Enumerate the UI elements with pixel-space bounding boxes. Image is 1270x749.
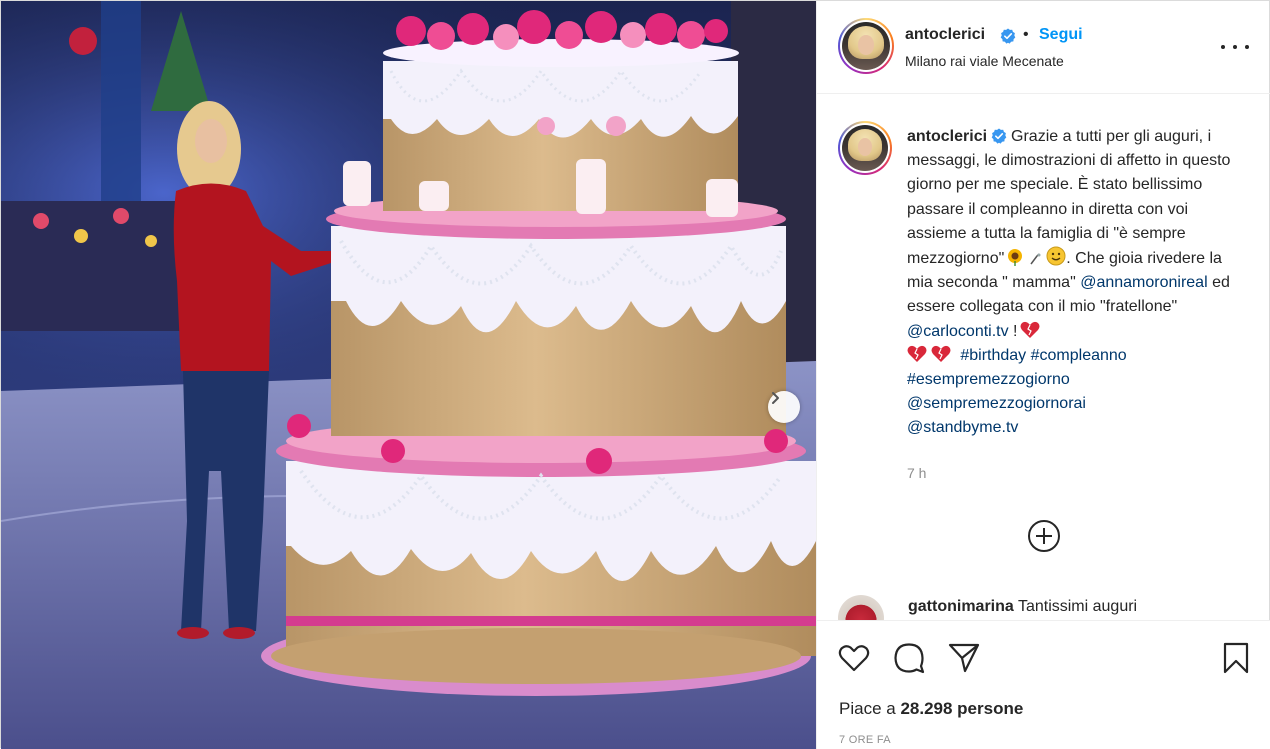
- post-header: antoclerici • Segui Milano rai viale Mec…: [817, 1, 1270, 94]
- hashtag-birthday[interactable]: #birthday: [960, 347, 1026, 364]
- mention-sempremezzogiornorai[interactable]: @sempremezzogiornorai: [907, 395, 1086, 412]
- verified-badge-icon: [1000, 28, 1016, 44]
- next-image-button[interactable]: [768, 391, 800, 423]
- post-actions: Piace a 28.298 persone 7 ORE FA: [817, 620, 1270, 749]
- paper-plane-icon[interactable]: [947, 641, 981, 675]
- bookmark-icon[interactable]: [1219, 641, 1253, 675]
- heart-icon[interactable]: [837, 641, 871, 675]
- follow-button[interactable]: Segui: [1039, 26, 1083, 44]
- caption-time[interactable]: 7 h: [907, 465, 926, 481]
- commenter-username[interactable]: gattonimarina: [908, 598, 1014, 615]
- sparkle-emoji-icon: [1030, 253, 1041, 265]
- caption-text-4: !: [1008, 322, 1018, 340]
- posted-time[interactable]: 7 ORE FA: [839, 734, 891, 746]
- caption-text: Grazie a tutti per gli auguri, i messagg…: [907, 128, 1231, 268]
- broken-heart-emoji-icon: [931, 345, 951, 362]
- post-location[interactable]: Milano rai viale Mecenate: [905, 53, 1064, 69]
- more-options-button[interactable]: [1221, 37, 1249, 57]
- verified-badge-icon: [991, 128, 1007, 144]
- comment-bubble-icon[interactable]: [892, 641, 926, 675]
- broken-heart-emoji-icon: [907, 345, 927, 362]
- hashtag-esempremezzogiorno[interactable]: #esempremezzogiorno: [907, 371, 1070, 388]
- author-username[interactable]: antoclerici: [905, 26, 985, 44]
- likes-count[interactable]: Piace a 28.298 persone: [839, 699, 1023, 719]
- commenter-avatar[interactable]: [838, 595, 884, 620]
- post-caption: antoclerici Grazie a tutti per gli augur…: [907, 125, 1242, 441]
- more-options-icon: [1221, 45, 1225, 49]
- likes-prefix: Piace a: [839, 699, 901, 718]
- author-avatar[interactable]: [838, 18, 894, 74]
- mention-carloconti[interactable]: @carloconti.tv: [907, 323, 1009, 340]
- comment-item: gattonimarina Tantissimi auguri: [838, 595, 1258, 620]
- caption-author-avatar[interactable]: [838, 121, 892, 175]
- sunflower-emoji-icon: [1008, 249, 1023, 267]
- mention-annamoronireal[interactable]: @annamoronireal: [1080, 274, 1207, 291]
- comments-section: antoclerici Grazie a tutti per gli augur…: [817, 95, 1270, 620]
- chevron-right-icon: [772, 392, 779, 404]
- post-details-panel: antoclerici • Segui Milano rai viale Mec…: [816, 1, 1270, 749]
- mention-standbyme[interactable]: @standbyme.tv: [907, 419, 1018, 436]
- header-separator: •: [1023, 26, 1029, 43]
- comment-text: Tantissimi auguri: [1017, 598, 1138, 615]
- instagram-post: antoclerici • Segui Milano rai viale Mec…: [0, 0, 1270, 749]
- broken-heart-emoji-icon: [1020, 321, 1039, 338]
- plus-circle-icon[interactable]: [1027, 519, 1061, 553]
- post-photo: [1, 1, 816, 749]
- hashtag-compleanno[interactable]: #compleanno: [1031, 347, 1127, 364]
- caption-username[interactable]: antoclerici: [907, 128, 987, 145]
- smiley-emoji-icon: [1046, 246, 1066, 266]
- post-media: [1, 1, 816, 749]
- likes-number[interactable]: 28.298 persone: [900, 699, 1023, 718]
